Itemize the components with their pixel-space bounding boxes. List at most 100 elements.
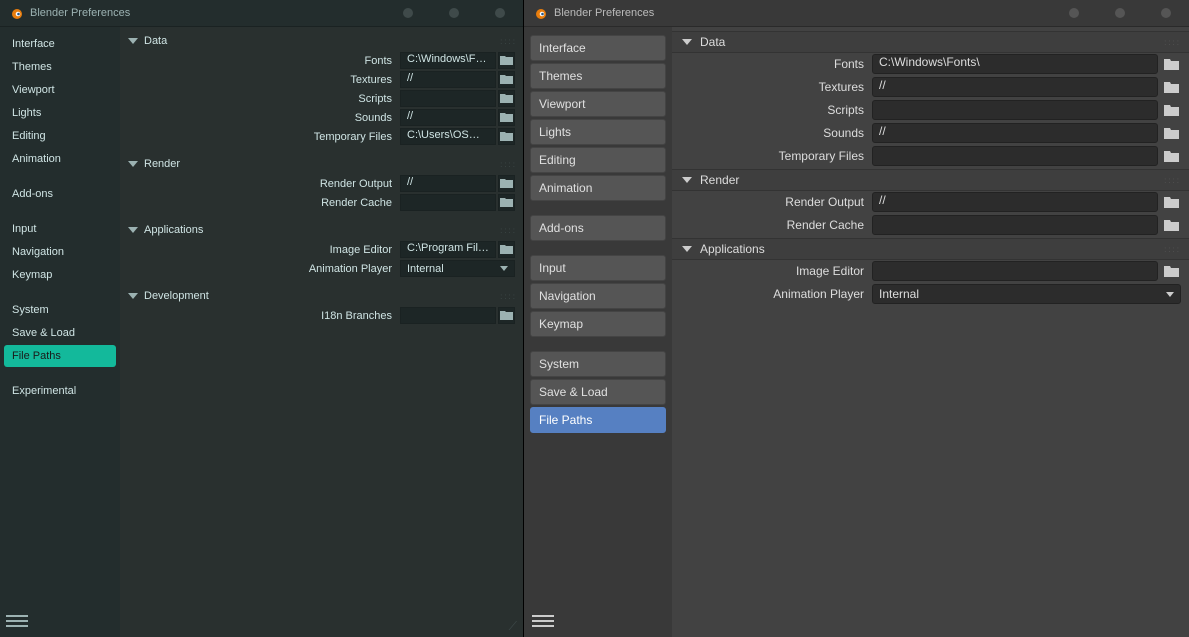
sidebar-item-keymap[interactable]: Keymap [530, 311, 666, 337]
label-fonts: Fonts [120, 55, 400, 67]
animationplayer-dropdown[interactable]: Internal [872, 284, 1181, 304]
resize-handle-icon[interactable]: ⟋ [509, 619, 517, 634]
grip-icon[interactable]: :::: [500, 160, 517, 169]
tempfiles-path-input[interactable]: C:\Users\OSW-PC\AppData\Local\Te... [400, 128, 496, 145]
browse-folder-icon[interactable] [1161, 146, 1181, 166]
hamburger-menu-icon[interactable] [6, 611, 28, 631]
label-rendercache: Render Cache [120, 197, 400, 209]
sidebar-item-navigation[interactable]: Navigation [530, 283, 666, 309]
browse-folder-icon[interactable] [1161, 54, 1181, 74]
sidebar-item-experimental[interactable]: Experimental [4, 380, 116, 402]
browse-folder-icon[interactable] [498, 175, 515, 192]
grip-icon[interactable]: :::: [1164, 245, 1181, 254]
browse-folder-icon[interactable] [498, 71, 515, 88]
browse-folder-icon[interactable] [498, 241, 515, 258]
sidebar-item-editing[interactable]: Editing [4, 125, 116, 147]
minimize-icon[interactable] [403, 8, 413, 18]
renderoutput-input[interactable]: // [400, 175, 496, 192]
browse-folder-icon[interactable] [1161, 192, 1181, 212]
browse-folder-icon[interactable] [1161, 100, 1181, 120]
section-header-applications[interactable]: Applications :::: [672, 238, 1189, 260]
label-scripts: Scripts [672, 103, 872, 117]
sidebar-item-themes[interactable]: Themes [530, 63, 666, 89]
sidebar-item-input[interactable]: Input [530, 255, 666, 281]
sounds-path-input[interactable]: // [400, 109, 496, 126]
scripts-path-input[interactable] [872, 100, 1158, 120]
animationplayer-dropdown[interactable]: Internal [400, 260, 515, 277]
section-header-development[interactable]: Development :::: [120, 286, 523, 306]
sidebar-item-navigation[interactable]: Navigation [4, 241, 116, 263]
section-header-render[interactable]: Render :::: [120, 154, 523, 174]
sidebar-item-addons[interactable]: Add-ons [530, 215, 666, 241]
grip-icon[interactable]: :::: [500, 292, 517, 301]
section-render: Render :::: Render Output// Render Cache [120, 154, 523, 212]
disclosure-triangle-icon [682, 177, 692, 183]
grip-icon[interactable]: :::: [500, 226, 517, 235]
sidebar-item-themes[interactable]: Themes [4, 56, 116, 78]
sidebar-item-system[interactable]: System [4, 299, 116, 321]
rendercache-input[interactable] [872, 215, 1158, 235]
grip-icon[interactable]: :::: [1164, 176, 1181, 185]
preferences-window-grey: Blender Preferences Interface Themes Vie… [524, 0, 1189, 637]
sidebar-item-lights[interactable]: Lights [530, 119, 666, 145]
grip-icon[interactable]: :::: [500, 37, 517, 46]
section-header-data[interactable]: Data :::: [672, 31, 1189, 53]
section-header-render[interactable]: Render :::: [672, 169, 1189, 191]
browse-folder-icon[interactable] [1161, 215, 1181, 235]
sidebar-item-saveload[interactable]: Save & Load [530, 379, 666, 405]
browse-folder-icon[interactable] [1161, 77, 1181, 97]
label-tempfiles: Temporary Files [672, 149, 872, 163]
section-header-applications[interactable]: Applications :::: [120, 220, 523, 240]
fonts-path-input[interactable]: C:\Windows\Fonts\ [400, 52, 496, 69]
grip-icon[interactable]: :::: [1164, 38, 1181, 47]
browse-folder-icon[interactable] [498, 194, 515, 211]
browse-folder-icon[interactable] [498, 109, 515, 126]
section-title: Applications [700, 242, 765, 256]
scripts-path-input[interactable] [400, 90, 496, 107]
browse-folder-icon[interactable] [498, 307, 515, 324]
sidebar-item-editing[interactable]: Editing [530, 147, 666, 173]
sidebar-item-input[interactable]: Input [4, 218, 116, 240]
maximize-icon[interactable] [1115, 8, 1125, 18]
renderoutput-input[interactable]: // [872, 192, 1158, 212]
sidebar-item-viewport[interactable]: Viewport [4, 79, 116, 101]
browse-folder-icon[interactable] [498, 128, 515, 145]
section-data: Data :::: FontsC:\Windows\Fonts\ Texture… [120, 31, 523, 146]
sidebar-item-keymap[interactable]: Keymap [4, 264, 116, 286]
imageeditor-input[interactable]: C:\Program Files\A...020\photoshop.exe [400, 241, 496, 258]
i18n-input[interactable] [400, 307, 496, 324]
sidebar-item-animation[interactable]: Animation [530, 175, 666, 201]
sidebar-item-animation[interactable]: Animation [4, 148, 116, 170]
section-header-data[interactable]: Data :::: [120, 31, 523, 51]
sidebar-item-filepaths[interactable]: File Paths [530, 407, 666, 433]
close-icon[interactable] [1161, 8, 1171, 18]
section-applications: Applications :::: Image EditorC:\Program… [120, 220, 523, 278]
sounds-path-input[interactable]: // [872, 123, 1158, 143]
rendercache-input[interactable] [400, 194, 496, 211]
browse-folder-icon[interactable] [1161, 123, 1181, 143]
label-scripts: Scripts [120, 93, 400, 105]
textures-path-input[interactable]: // [872, 77, 1158, 97]
imageeditor-input[interactable] [872, 261, 1158, 281]
minimize-icon[interactable] [1069, 8, 1079, 18]
sidebar-item-interface[interactable]: Interface [530, 35, 666, 61]
maximize-icon[interactable] [449, 8, 459, 18]
textures-path-input[interactable]: // [400, 71, 496, 88]
browse-folder-icon[interactable] [498, 90, 515, 107]
sidebar-item-system[interactable]: System [530, 351, 666, 377]
label-rendercache: Render Cache [672, 218, 872, 232]
sidebar-item-filepaths[interactable]: File Paths [4, 345, 116, 367]
section-title: Data [144, 35, 167, 47]
sidebar-item-saveload[interactable]: Save & Load [4, 322, 116, 344]
browse-folder-icon[interactable] [498, 52, 515, 69]
browse-folder-icon[interactable] [1161, 261, 1181, 281]
sidebar-item-interface[interactable]: Interface [4, 33, 116, 55]
sidebar-item-lights[interactable]: Lights [4, 102, 116, 124]
label-animationplayer: Animation Player [672, 287, 872, 301]
fonts-path-input[interactable]: C:\Windows\Fonts\ [872, 54, 1158, 74]
tempfiles-path-input[interactable] [872, 146, 1158, 166]
sidebar-item-viewport[interactable]: Viewport [530, 91, 666, 117]
sidebar-item-addons[interactable]: Add-ons [4, 183, 116, 205]
close-icon[interactable] [495, 8, 505, 18]
hamburger-menu-icon[interactable] [532, 611, 554, 631]
